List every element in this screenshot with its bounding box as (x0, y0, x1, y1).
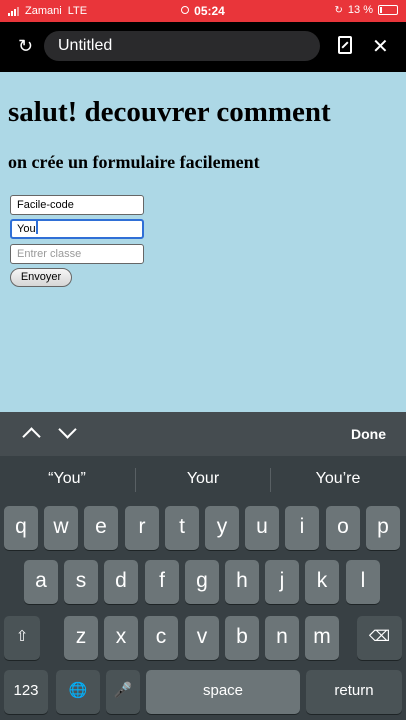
key-t[interactable]: t (165, 506, 199, 550)
key-n[interactable]: n (265, 616, 299, 660)
key-r[interactable]: r (125, 506, 159, 550)
next-field-icon[interactable] (58, 420, 77, 439)
key-w[interactable]: w (44, 506, 78, 550)
space-key[interactable]: space (146, 670, 300, 714)
reload-icon[interactable]: ↻ (18, 36, 33, 57)
browser-toolbar: ↻ Untitled ✕ (0, 22, 406, 72)
suggestion-3[interactable]: You’re (271, 470, 405, 488)
key-a[interactable]: a (24, 560, 58, 604)
text-cursor (35, 221, 38, 234)
numbers-key[interactable]: 123 (4, 670, 48, 714)
key-d[interactable]: d (104, 560, 138, 604)
submit-button[interactable]: Envoyer (10, 268, 72, 287)
key-m[interactable]: m (305, 616, 339, 660)
page-heading: salut! decouvrer comment (8, 96, 331, 128)
key-v[interactable]: v (185, 616, 219, 660)
rotation-lock-icon: ↻ (334, 4, 343, 16)
recording-icon (181, 6, 190, 14)
class-input[interactable]: Entrer classe (10, 244, 144, 264)
backspace-key[interactable]: ⌫ (357, 616, 402, 660)
battery-icon (378, 5, 398, 15)
key-u[interactable]: u (245, 506, 279, 550)
key-g[interactable]: g (185, 560, 219, 604)
clock-time: 05:24 (194, 4, 225, 18)
address-bar[interactable]: Untitled (44, 31, 320, 61)
web-page: salut! decouvrer comment on crée un form… (0, 72, 406, 412)
key-p[interactable]: p (366, 506, 400, 550)
close-icon[interactable]: ✕ (372, 34, 389, 59)
keyboard-accessory-bar: Done (0, 412, 406, 456)
key-q[interactable]: q (4, 506, 38, 550)
status-bar: Zamani LTE 05:24 ↻ 13 % (0, 0, 406, 22)
key-f[interactable]: f (145, 560, 179, 604)
battery-percent: 13 % (347, 4, 373, 16)
firstname-input[interactable]: You (10, 219, 144, 239)
key-i[interactable]: i (285, 506, 319, 550)
tabs-icon[interactable] (338, 36, 352, 54)
globe-icon[interactable]: 🌐 (56, 670, 100, 714)
key-z[interactable]: z (64, 616, 98, 660)
key-l[interactable]: l (346, 560, 380, 604)
page-subheading: on crée un formulaire facilement (8, 152, 260, 172)
key-e[interactable]: e (84, 506, 118, 550)
key-c[interactable]: c (144, 616, 178, 660)
key-x[interactable]: x (104, 616, 138, 660)
suggestion-1[interactable]: “You” (0, 470, 134, 488)
microphone-icon[interactable]: 🎤 (106, 670, 140, 714)
key-o[interactable]: o (326, 506, 360, 550)
key-b[interactable]: b (225, 616, 259, 660)
key-h[interactable]: h (225, 560, 259, 604)
key-y[interactable]: y (205, 506, 239, 550)
key-s[interactable]: s (64, 560, 98, 604)
name-input[interactable]: Facile-code (10, 195, 144, 215)
return-key[interactable]: return (306, 670, 402, 714)
shift-key[interactable]: ⇧ (4, 616, 40, 660)
key-k[interactable]: k (305, 560, 339, 604)
keyboard: “You” Your You’re ⇧ ⌫ 123 🌐 🎤 space retu… (0, 456, 406, 720)
previous-field-icon[interactable] (22, 427, 41, 446)
key-j[interactable]: j (265, 560, 299, 604)
suggestion-2[interactable]: Your (136, 470, 270, 488)
done-button[interactable]: Done (351, 426, 386, 442)
